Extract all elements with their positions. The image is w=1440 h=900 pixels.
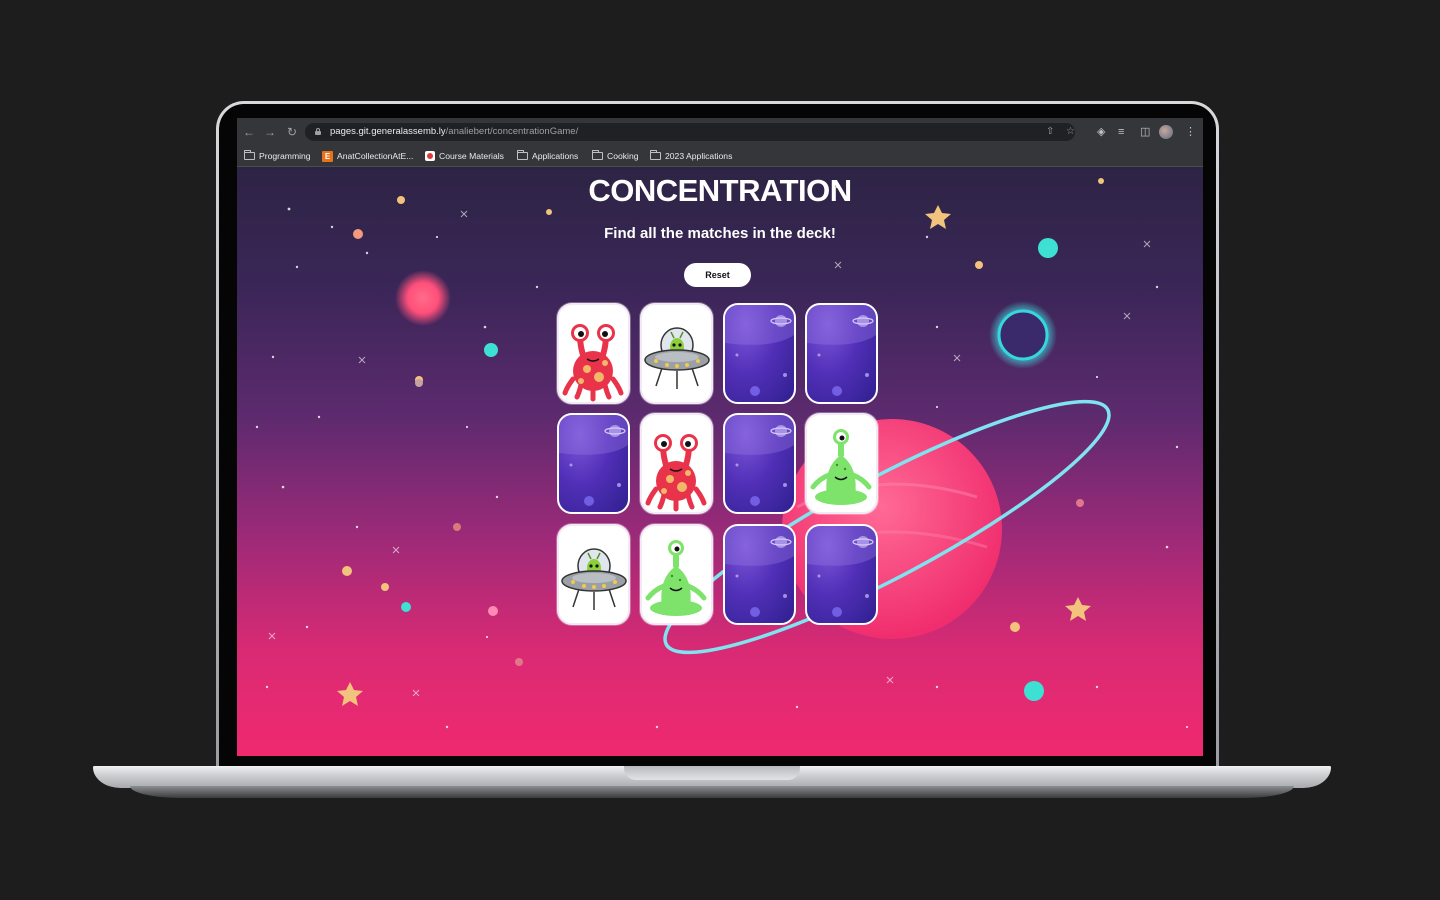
card-ufo-alien[interactable]: [640, 303, 713, 404]
share-icon[interactable]: ⇧: [1046, 125, 1054, 139]
card-back[interactable]: [723, 303, 796, 404]
laptop-notch: [624, 766, 800, 780]
laptop-base-edge: [130, 786, 1294, 798]
menu-dots-icon[interactable]: ⋮: [1185, 124, 1196, 140]
bookmarks-bar: Programming E AnatCollectionAtE... Cours…: [237, 146, 1203, 167]
browser-toolbar: ← → ↻ pages.git.generalassemb.ly/analieb…: [237, 118, 1203, 146]
red-alien-icon: [562, 324, 624, 402]
url-host: pages.git.generalassemb.ly: [330, 126, 446, 137]
card-back-pattern-icon: [807, 526, 876, 617]
page-subtitle: Find all the matches in the deck!: [604, 225, 836, 242]
bookmark-cooking[interactable]: Cooking: [592, 149, 639, 163]
ufo-alien-icon: [561, 548, 627, 610]
card-green-alien[interactable]: [640, 524, 713, 625]
extensions-puzzle-icon[interactable]: ◈: [1097, 124, 1105, 140]
media-queue-icon[interactable]: ≡: [1118, 124, 1124, 140]
bookmark-label: AnatCollectionAtE...: [337, 151, 414, 161]
bookmark-applications[interactable]: Applications: [517, 149, 578, 163]
forward-arrow-icon[interactable]: →: [262, 124, 278, 140]
bookmark-label: Cooking: [607, 151, 639, 161]
card-back[interactable]: [805, 303, 878, 404]
card-ufo-alien[interactable]: [557, 524, 630, 625]
card-back[interactable]: [557, 413, 630, 514]
green-alien-icon: [645, 540, 707, 616]
url-text[interactable]: pages.git.generalassemb.ly/analiebert/co…: [330, 126, 578, 138]
bookmark-star-icon[interactable]: ☆: [1066, 125, 1075, 139]
game-page: CONCENTRATION Find all the matches in th…: [237, 167, 1203, 756]
card-red-alien[interactable]: [557, 303, 630, 404]
url-path: /analiebert/concentrationGame/: [445, 126, 579, 137]
bookmark-anatcollection[interactable]: E AnatCollectionAtE...: [322, 149, 413, 163]
card-back[interactable]: [805, 524, 878, 625]
card-green-alien[interactable]: [805, 413, 878, 514]
card-red-alien[interactable]: [640, 413, 713, 514]
reset-button[interactable]: Reset: [684, 263, 751, 287]
bookmark-label: Programming: [259, 151, 311, 161]
bookmark-label: 2023 Applications: [665, 151, 733, 161]
reload-icon[interactable]: ↻: [284, 124, 300, 140]
course-favicon-icon: [425, 151, 435, 161]
bookmark-2023-applications[interactable]: 2023 Applications: [650, 149, 732, 163]
card-back-pattern-icon: [559, 415, 628, 506]
card-back-pattern-icon: [725, 415, 794, 506]
card-back-pattern-icon: [725, 526, 794, 617]
card-back[interactable]: [723, 524, 796, 625]
back-arrow-icon[interactable]: ←: [241, 124, 257, 140]
card-back-pattern-icon: [807, 305, 876, 396]
side-panel-icon[interactable]: ◫: [1140, 124, 1150, 140]
page-title: CONCENTRATION: [588, 173, 852, 208]
glowing-planet-pink: [395, 270, 451, 326]
etsy-favicon-icon: E: [322, 150, 333, 162]
address-bar[interactable]: pages.git.generalassemb.ly/analiebert/co…: [305, 123, 1075, 141]
folder-icon: [244, 150, 255, 160]
bookmark-course-materials[interactable]: Course Materials: [425, 149, 504, 163]
bookmark-programming[interactable]: Programming: [244, 149, 311, 163]
folder-icon: [650, 150, 661, 160]
card-back[interactable]: [723, 413, 796, 514]
screen: ← → ↻ pages.git.generalassemb.ly/analieb…: [237, 118, 1203, 756]
lock-icon: [315, 128, 321, 135]
card-back-pattern-icon: [725, 305, 794, 396]
red-alien-icon: [645, 434, 707, 512]
green-alien-icon: [810, 429, 872, 505]
ufo-alien-icon: [644, 327, 710, 389]
folder-icon: [517, 150, 528, 160]
profile-avatar[interactable]: [1159, 125, 1173, 139]
folder-icon: [592, 150, 603, 160]
card-grid: [557, 303, 883, 629]
bookmark-label: Applications: [532, 151, 579, 161]
bookmark-label: Course Materials: [439, 151, 504, 161]
